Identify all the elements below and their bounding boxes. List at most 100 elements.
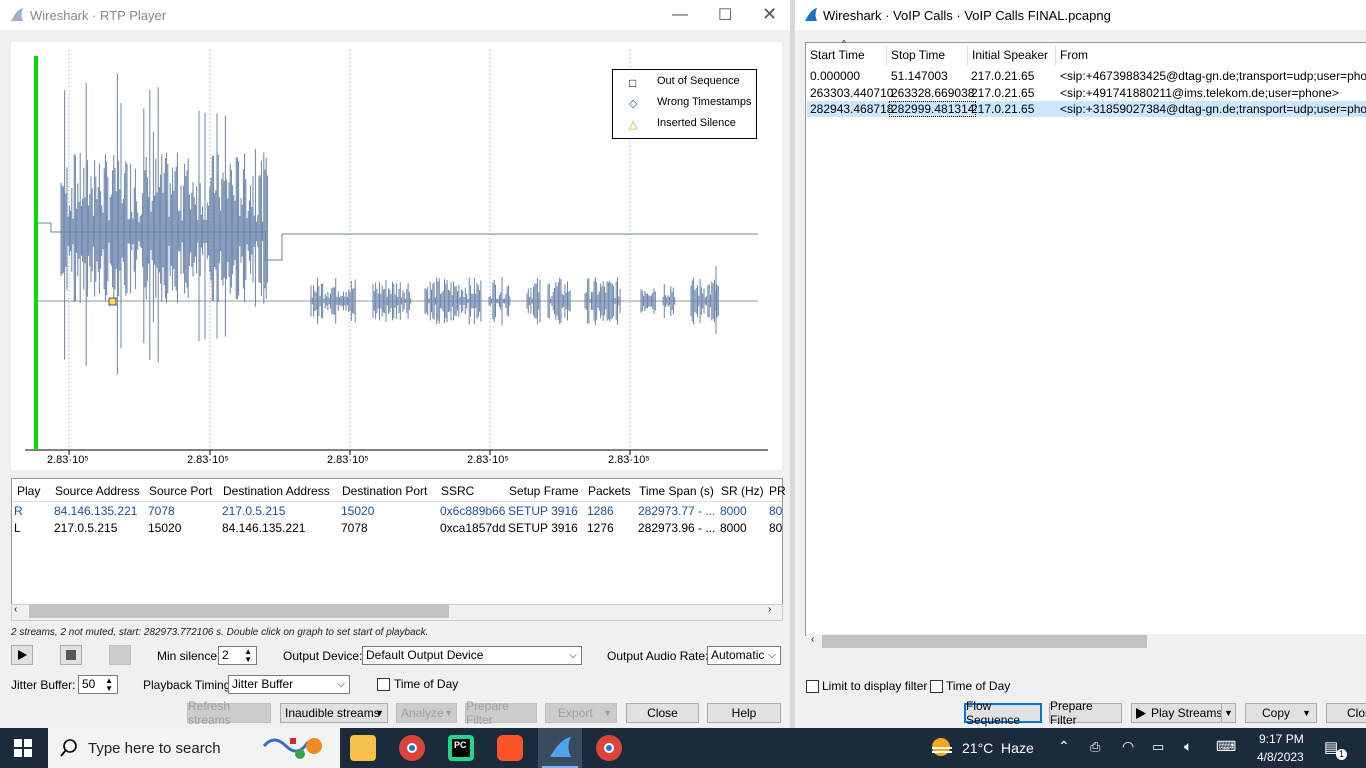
close-button[interactable]: Clos bbox=[1326, 703, 1366, 723]
inserted-silence-marker bbox=[108, 297, 117, 306]
scrollbar-thumb[interactable] bbox=[822, 635, 1147, 648]
help-button[interactable]: Help bbox=[707, 703, 781, 723]
col-from[interactable]: From bbox=[1060, 48, 1088, 62]
col-setup-frame[interactable]: Setup Frame bbox=[509, 484, 578, 498]
chrome-icon[interactable] bbox=[399, 735, 425, 761]
analyze-label: Analyze bbox=[401, 706, 444, 720]
scroll-right-icon[interactable]: › bbox=[768, 604, 771, 615]
jitter-buffer-spinbox[interactable]: 50 ▲ ▼ bbox=[78, 675, 118, 694]
weather-haze-icon[interactable] bbox=[929, 736, 955, 760]
col-play[interactable]: Play bbox=[17, 484, 40, 498]
scroll-left-icon[interactable]: ‹ bbox=[811, 634, 814, 645]
refresh-streams-button[interactable]: Refresh streams bbox=[187, 699, 271, 727]
cell-source-port: 15020 bbox=[148, 521, 182, 535]
playback-timing-label: Playback Timing: bbox=[143, 678, 234, 692]
close-icon[interactable]: ✕ bbox=[762, 4, 777, 25]
limit-display-filter-checkbox[interactable] bbox=[806, 680, 819, 693]
min-silence-value: 2 bbox=[222, 648, 229, 662]
col-sr[interactable]: SR (Hz) bbox=[721, 484, 764, 498]
pause-button[interactable] bbox=[109, 645, 131, 665]
stop-button[interactable] bbox=[60, 645, 82, 665]
col-packets[interactable]: Packets bbox=[588, 484, 631, 498]
cell-initial-speaker: 217.0.21.65 bbox=[971, 86, 1035, 100]
col-destination-port[interactable]: Destination Port bbox=[342, 484, 427, 498]
cell-start-time: 263303.440710 bbox=[810, 86, 894, 100]
col-start-time[interactable]: Start Time bbox=[810, 48, 865, 62]
maximize-icon[interactable]: ☐ bbox=[718, 5, 732, 25]
cell-from: <sip:+46739883425@dtag-gn.de;transport=u… bbox=[1060, 69, 1366, 83]
search-highlight-doodle-icon bbox=[262, 738, 322, 759]
x-tick-label: 2.83·10⁵ bbox=[608, 454, 650, 466]
chevron-down-icon: ⌵ bbox=[768, 650, 776, 661]
playback-timing-select[interactable]: Jitter Buffer ⌵ bbox=[228, 675, 350, 694]
col-pr[interactable]: PR bbox=[769, 484, 786, 498]
clock-time[interactable]: 9:17 PM bbox=[1259, 732, 1304, 746]
col-stop-time[interactable]: Stop Time bbox=[891, 48, 945, 62]
search-placeholder: Type here to search bbox=[88, 740, 221, 757]
wifi-icon[interactable]: ◠ bbox=[1122, 738, 1134, 755]
col-source-port[interactable]: Source Port bbox=[149, 484, 212, 498]
table-row[interactable]: R 84.146.135.221 7078 217.0.5.215 15020 … bbox=[12, 503, 782, 520]
flow-sequence-button[interactable]: Flow Sequence bbox=[964, 699, 1042, 727]
table-row-selected[interactable]: 282943.468718 282999.481314 217.0.21.65 … bbox=[807, 101, 1366, 117]
cell-sr: 8000 bbox=[720, 521, 747, 535]
weather-text[interactable]: 21°C Haze bbox=[962, 740, 1034, 756]
meet-now-icon[interactable]: ⎙ bbox=[1090, 739, 1100, 755]
dropdown-arrow-icon[interactable]: ▼ bbox=[1221, 704, 1235, 722]
output-device-select[interactable]: Default Output Device ⌵ bbox=[362, 646, 582, 665]
table-row[interactable]: 0.000000 51.147003 217.0.21.65 <sip:+467… bbox=[807, 68, 1366, 84]
export-button[interactable]: Export ▼ bbox=[545, 703, 617, 723]
spin-arrows-icon[interactable]: ▲ ▼ bbox=[105, 677, 113, 693]
prepare-filter-button[interactable]: Prepare Filter bbox=[1049, 699, 1122, 727]
play-streams-button[interactable]: Play Streams ▼ bbox=[1131, 703, 1236, 723]
jitter-buffer-label: Jitter Buffer: bbox=[11, 678, 76, 692]
voip-calls-table[interactable]: Start Time ^ Stop Time Initial Speaker F… bbox=[805, 39, 1366, 636]
taskbar-search-box[interactable]: Type here to search bbox=[48, 728, 340, 768]
cell-from: <sip:+31859027384@dtag-gn.de;transport=u… bbox=[1060, 102, 1366, 116]
output-rate-select[interactable]: Automatic ⌵ bbox=[707, 646, 781, 665]
file-explorer-icon[interactable] bbox=[350, 735, 376, 761]
table-row[interactable]: 263303.440710 263328.669038 217.0.21.65 … bbox=[807, 85, 1366, 101]
chevron-down-icon: ⌵ bbox=[337, 679, 345, 690]
cell-stop-time: 282999.481314 bbox=[889, 101, 977, 117]
inaudible-streams-button[interactable]: Inaudible streams ▼ bbox=[280, 703, 388, 723]
time-of-day-checkbox[interactable] bbox=[930, 680, 943, 693]
copy-button[interactable]: Copy ▼ bbox=[1245, 703, 1317, 723]
windows-start-icon[interactable] bbox=[14, 739, 32, 757]
cell-packets: 1276 bbox=[587, 521, 614, 535]
minimize-icon[interactable]: — bbox=[672, 6, 688, 24]
col-initial-speaker[interactable]: Initial Speaker bbox=[972, 48, 1048, 62]
col-source-address[interactable]: Source Address bbox=[55, 484, 140, 498]
legend-inserted-silence: Inserted Silence bbox=[657, 117, 736, 129]
x-tick-label: 2.83·10⁵ bbox=[327, 454, 369, 466]
cell-setup-frame: SETUP 3916 bbox=[508, 504, 578, 518]
battery-icon[interactable]: ▭ bbox=[1152, 739, 1164, 755]
chrome-profile-icon[interactable] bbox=[596, 735, 622, 761]
brave-icon[interactable] bbox=[497, 735, 523, 761]
triangle-icon: △ bbox=[629, 119, 638, 131]
scroll-left-icon[interactable]: ‹ bbox=[14, 604, 17, 615]
analyze-button[interactable]: Analyze ▼ bbox=[396, 703, 457, 723]
output-rate-label: Output Audio Rate: bbox=[607, 649, 709, 663]
rtp-streams-table[interactable]: Play Source Address Source Port Destinat… bbox=[11, 478, 786, 606]
close-button[interactable]: Close bbox=[626, 703, 699, 723]
time-of-day-checkbox[interactable] bbox=[377, 678, 390, 691]
table-row[interactable]: L 217.0.5.215 15020 84.146.135.221 7078 … bbox=[12, 520, 782, 537]
scrollbar-thumb[interactable] bbox=[29, 605, 449, 618]
pycharm-icon[interactable]: PC bbox=[448, 735, 474, 761]
col-destination-address[interactable]: Destination Address bbox=[223, 484, 330, 498]
clock-date[interactable]: 4/8/2023 bbox=[1257, 750, 1304, 764]
wireshark-taskbar-active[interactable] bbox=[538, 728, 582, 768]
col-time-span[interactable]: Time Span (s) bbox=[639, 484, 714, 498]
min-silence-spinbox[interactable]: 2 ▲ ▼ bbox=[218, 646, 257, 665]
chevron-up-icon[interactable]: ⌃ bbox=[1058, 738, 1070, 755]
play-button[interactable] bbox=[11, 645, 33, 665]
spin-arrows-icon[interactable]: ▲ ▼ bbox=[244, 648, 252, 664]
volume-icon[interactable]: 🔈︎ bbox=[1184, 738, 1192, 755]
cell-play: L bbox=[14, 521, 21, 535]
cell-from: <sip:+491741880211@ims.telekom.de;user=p… bbox=[1060, 86, 1339, 100]
voip-calls-titlebar: Wireshark · VoIP Calls · VoIP Calls FINA… bbox=[795, 0, 1366, 30]
col-ssrc[interactable]: SSRC bbox=[441, 484, 474, 498]
prepare-filter-button[interactable]: Prepare Filter bbox=[465, 699, 537, 727]
keyboard-icon[interactable]: ⌨ bbox=[1216, 738, 1236, 755]
